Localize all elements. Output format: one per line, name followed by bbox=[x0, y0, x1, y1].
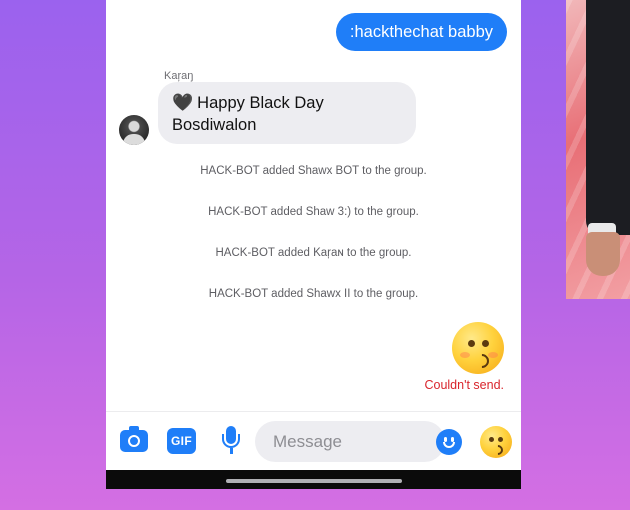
black-heart-icon: 🖤 bbox=[172, 93, 194, 112]
sender-name: Kaŗaŋ bbox=[164, 70, 194, 82]
background-photo bbox=[566, 0, 630, 299]
kissing-face-emoji-icon[interactable] bbox=[452, 322, 504, 374]
system-message: HACK-BOT added Shaw 3:) to the group. bbox=[208, 206, 419, 218]
photo-coat bbox=[586, 0, 630, 235]
smile-icon[interactable] bbox=[436, 429, 462, 455]
system-message: HACK-BOT added Kaŗaɴ to the group. bbox=[215, 247, 412, 259]
home-indicator[interactable] bbox=[226, 479, 402, 483]
system-message: HACK-BOT added Shawx BOT to the group. bbox=[200, 165, 427, 177]
avatar[interactable] bbox=[119, 115, 149, 145]
camera-icon[interactable] bbox=[120, 426, 148, 452]
received-message-text: Happy Black Day Bosdiwalon bbox=[172, 94, 324, 134]
input-bar: GIF Message bbox=[106, 411, 521, 470]
received-message-bubble[interactable]: 🖤 Happy Black Day Bosdiwalon bbox=[158, 82, 416, 144]
chat-screen: :hackthechat babby Kaŗaŋ 🖤 Happy Black Da… bbox=[106, 0, 521, 470]
photo-hand bbox=[586, 232, 620, 276]
system-message: HACK-BOT added Shawx II to the group. bbox=[208, 288, 419, 300]
message-input[interactable]: Message bbox=[255, 421, 445, 462]
sent-message-bubble[interactable]: :hackthechat babby bbox=[335, 13, 507, 51]
send-error-text[interactable]: Couldn't send. bbox=[424, 378, 504, 392]
mic-icon[interactable] bbox=[222, 426, 240, 456]
emoji-icon[interactable] bbox=[480, 426, 512, 458]
home-bar-area bbox=[106, 470, 521, 489]
gif-icon[interactable]: GIF bbox=[167, 428, 196, 454]
